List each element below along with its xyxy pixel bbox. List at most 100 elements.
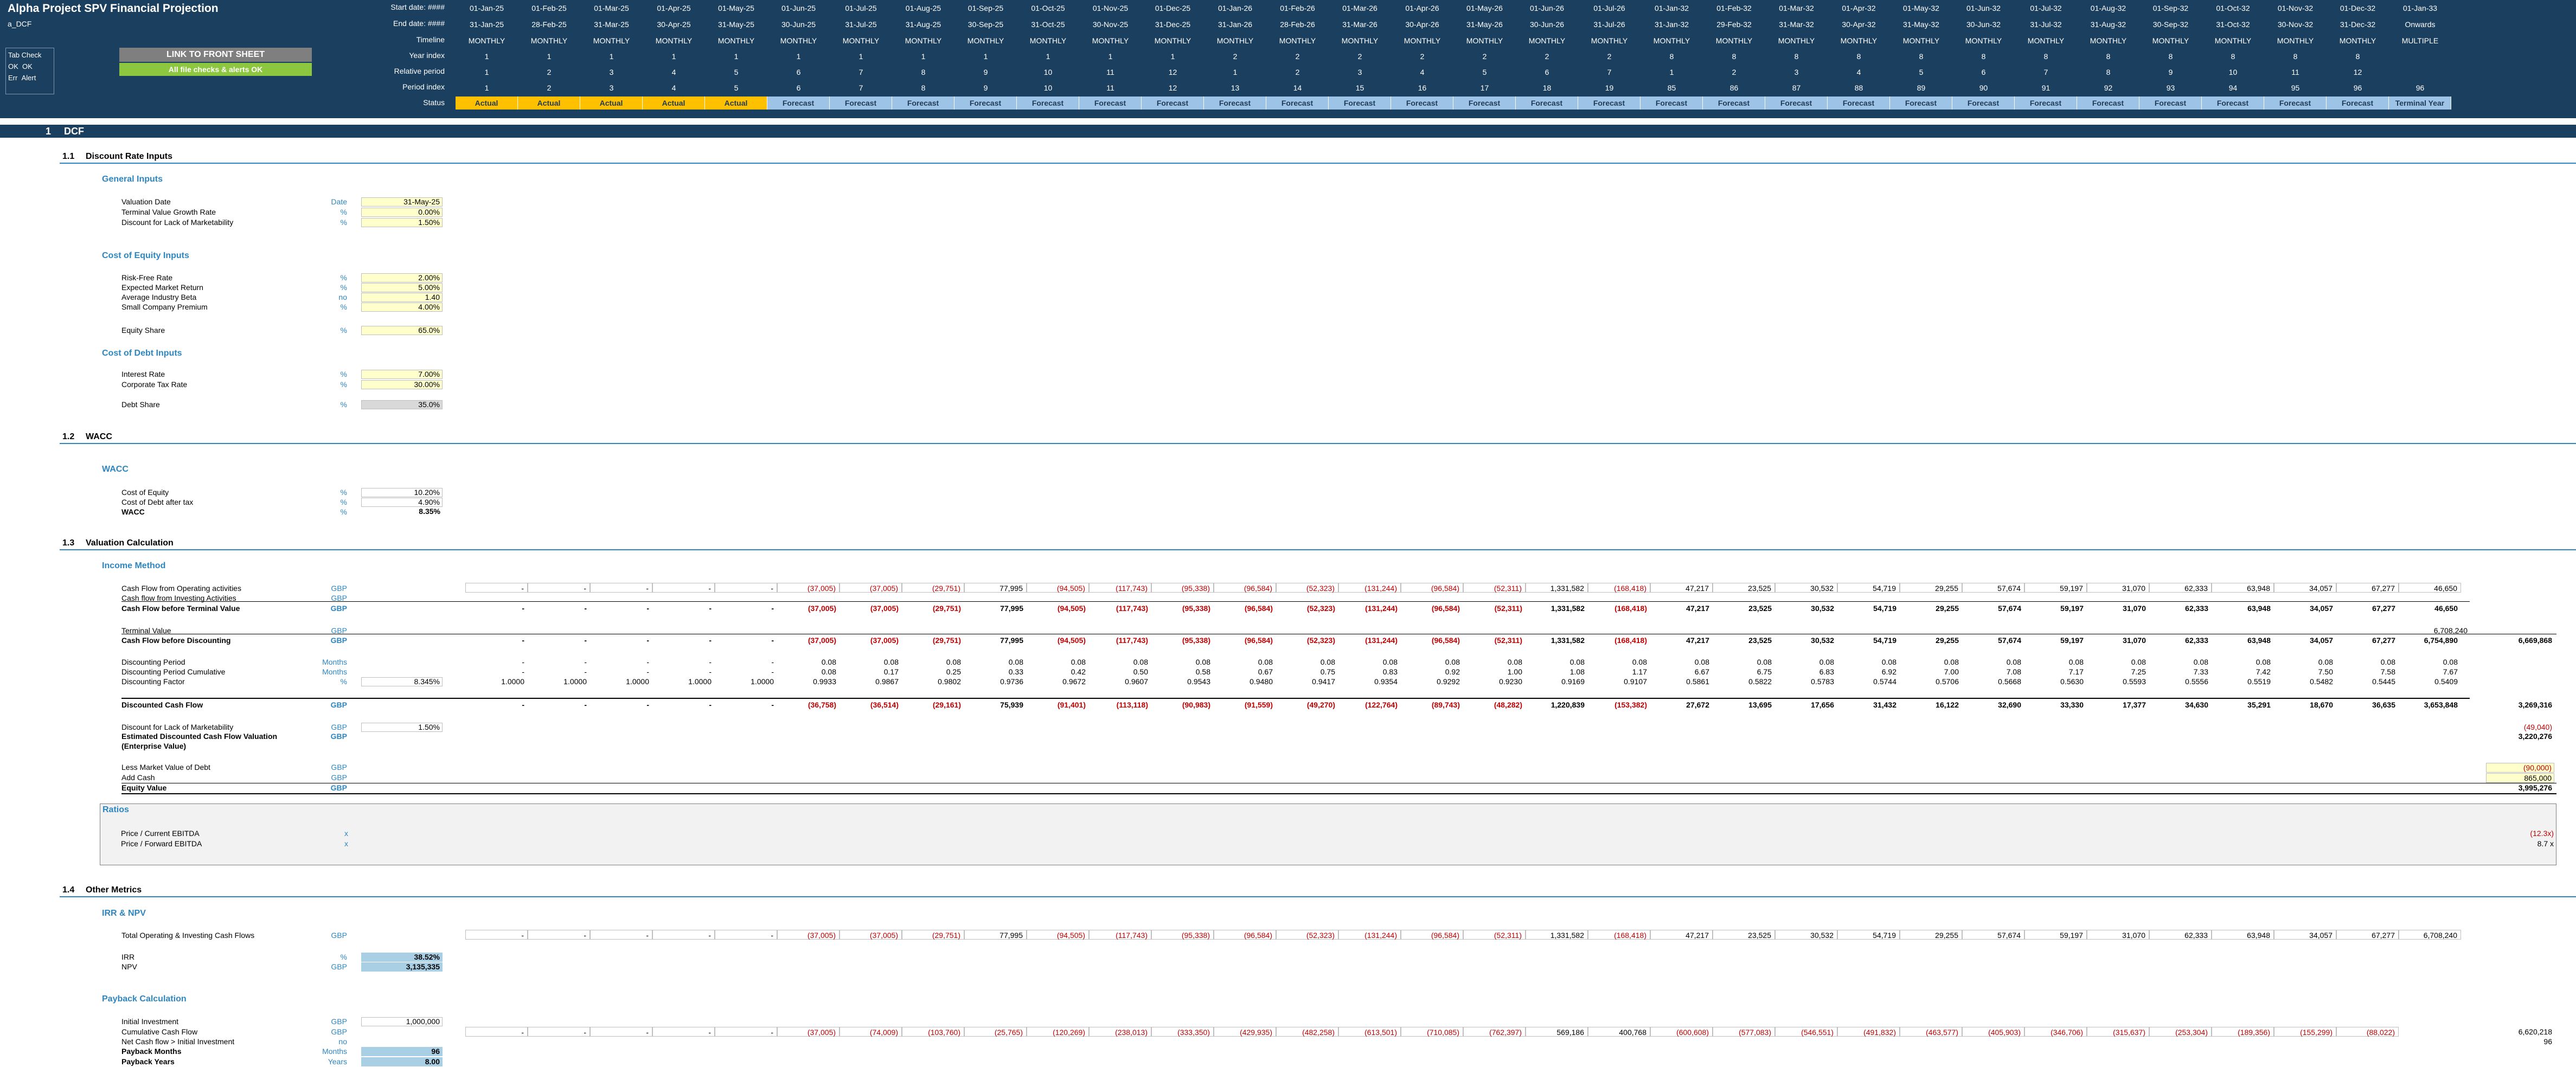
- value-cell: 0.08: [1071, 658, 1086, 666]
- value-cell: 62,333: [2149, 583, 2212, 593]
- subsection-divider: [60, 549, 2576, 550]
- status-cell: Forecast: [1079, 97, 1142, 110]
- value-cell: 29,255: [1936, 604, 1959, 613]
- dlom-input[interactable]: 1.50%: [361, 218, 443, 227]
- link-to-front-sheet-button[interactable]: LINK TO FRONT SHEET: [119, 48, 312, 62]
- value-cell: (49,270): [1306, 700, 1335, 709]
- equity-share-input[interactable]: 65.0%: [361, 326, 443, 335]
- cfbd-row: - - - - - (37,005) (37,005) (29,751) 77,995 (94,5…: [465, 635, 2461, 645]
- value-cell: 0.08: [1944, 658, 1959, 666]
- value-cell: -: [528, 930, 590, 940]
- value-cell: (96,584): [1431, 636, 1460, 645]
- value-cell: 7.67: [2443, 667, 2458, 676]
- beta-input[interactable]: 1.40: [361, 293, 443, 302]
- value-cell: (96,584): [1214, 583, 1276, 593]
- value-cell: 0.9543: [1187, 677, 1210, 686]
- header-cell: 10: [1043, 83, 1053, 92]
- header-cell: 28-Feb-25: [531, 20, 567, 29]
- dlom-rate-value: 1.50%: [361, 723, 443, 732]
- dcf-row: - - - - - (36,758) (36,514) (29,161) 75,939 (91,4…: [465, 700, 2461, 710]
- status-cell: Forecast: [1578, 97, 1641, 110]
- row-unit: GBP: [331, 931, 347, 940]
- value-cell: 0.67: [1258, 667, 1273, 676]
- value-cell: 0.08: [1819, 658, 1834, 666]
- header-cell: 14: [1293, 83, 1302, 92]
- header-cell: 87: [1792, 83, 1801, 92]
- value-cell: 0.50: [1133, 667, 1148, 676]
- header-cell: 31-Mar-32: [1779, 20, 1814, 29]
- subsection-number: 1.3: [62, 538, 75, 548]
- cash-input[interactable]: 865,000: [2486, 773, 2554, 783]
- value-cell: (315,637): [2087, 1027, 2149, 1037]
- header-cell: MONTHLY: [1840, 36, 1877, 45]
- header-cell: 30-Sep-25: [967, 20, 1004, 29]
- value-cell: 0.9230: [1499, 677, 1522, 686]
- row-label: Average Industry Beta: [121, 293, 197, 301]
- value-cell: 18,670: [2310, 700, 2333, 709]
- value-cell: 0.42: [1071, 667, 1086, 676]
- header-cell: 9: [983, 68, 988, 76]
- header-cell: 31-Jul-26: [1593, 20, 1625, 29]
- debt-input[interactable]: (90,000): [2486, 763, 2554, 773]
- header-cell: MONTHLY: [530, 36, 568, 45]
- header-cell: 1: [1233, 68, 1238, 76]
- value-cell: 7.08: [2006, 667, 2021, 676]
- value-cell: 46,650: [2399, 583, 2461, 593]
- row-unit: %: [340, 498, 347, 506]
- header-cell: 2: [1482, 52, 1487, 61]
- header-cell: Onwards: [2405, 20, 2436, 29]
- header-cell: 31-Jul-32: [2030, 20, 2062, 29]
- header-cell: 1: [484, 83, 489, 92]
- header-cell: 31-Aug-32: [2090, 20, 2126, 29]
- header-cell: 1: [983, 52, 988, 61]
- header-cell: 01-Jan-26: [1217, 4, 1253, 12]
- header-cell: 30-Apr-32: [1842, 20, 1876, 29]
- value-cell: 29,255: [1936, 636, 1959, 645]
- value-cell: (168,418): [1588, 583, 1650, 593]
- header-cell: MONTHLY: [1216, 36, 1254, 45]
- initial-investment-input[interactable]: 1,000,000: [361, 1017, 443, 1026]
- price-forward-ebitda: 8.7 x: [2537, 839, 2554, 848]
- header-cell: 2: [1732, 68, 1736, 76]
- header-cell: 11: [2291, 68, 2299, 76]
- row-label: Small Company Premium: [121, 303, 208, 311]
- risk-free-input[interactable]: 2.00%: [361, 273, 443, 282]
- value-cell: 30,532: [1775, 930, 1837, 940]
- tax-rate-input[interactable]: 30.00%: [361, 380, 443, 389]
- row-label: Valuation Date: [121, 197, 171, 206]
- discount-period-row: - - - - - 0.08 0.08 0.08 0.08 0.08 0.08 0.08 0.08 0.0…: [465, 657, 2461, 667]
- value-cell: 0.9933: [813, 677, 836, 686]
- terminal-growth-input[interactable]: 0.00%: [361, 208, 443, 217]
- header-cell: 7: [1607, 68, 1612, 76]
- value-cell: 57,674: [1962, 930, 2024, 940]
- value-cell: 0.9736: [1000, 677, 1023, 686]
- value-cell: (482,258): [1276, 1027, 1338, 1037]
- row-label: Discounting Period: [121, 658, 185, 666]
- small-premium-input[interactable]: 4.00%: [361, 303, 443, 312]
- discount-rate-value: 8.345%: [361, 677, 443, 686]
- valuation-date-input[interactable]: 31-May-25: [361, 197, 443, 207]
- row-unit: Months: [322, 1047, 347, 1056]
- value-cell: (131,244): [1365, 636, 1398, 645]
- value-cell: (95,338): [1151, 930, 1214, 940]
- header-cell: 8: [1732, 52, 1736, 61]
- value-cell: 0.9607: [1125, 677, 1148, 686]
- value-cell: 1.0000: [688, 677, 712, 686]
- header-cell: 6: [796, 68, 801, 76]
- group-title: Cost of Equity Inputs: [102, 251, 189, 260]
- header-cell: 1: [921, 52, 926, 61]
- value-cell: 77,995: [1000, 636, 1023, 645]
- header-cell: 01-May-32: [1903, 4, 1939, 12]
- value-cell: 34,057: [2310, 604, 2333, 613]
- value-cell: 1,331,582: [1550, 604, 1585, 613]
- wacc-value: 8.35%: [361, 507, 443, 517]
- value-cell: -: [528, 583, 590, 593]
- interest-rate-input[interactable]: 7.00%: [361, 370, 443, 379]
- value-cell: 30,532: [1811, 636, 1834, 645]
- value-cell: 0.08: [883, 658, 899, 666]
- market-return-input[interactable]: 5.00%: [361, 283, 443, 292]
- npv-value: 3,135,335: [361, 962, 443, 972]
- header-cell: 01-May-25: [718, 4, 754, 12]
- value-cell: -: [646, 667, 649, 676]
- subsection-number: 1.2: [62, 432, 75, 441]
